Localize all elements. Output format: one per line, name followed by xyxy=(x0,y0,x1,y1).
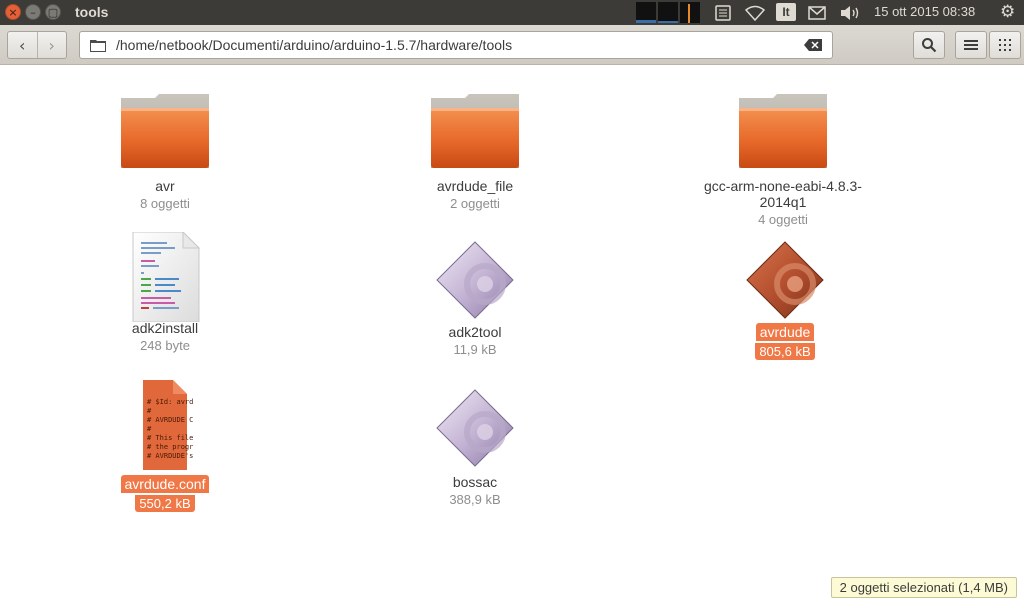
file-name: adk2tool xyxy=(448,324,502,340)
executable-gear-icon xyxy=(425,388,525,470)
session-gear-icon[interactable]: ⚙ xyxy=(1000,2,1015,22)
file-info: 11,9 kB xyxy=(453,342,497,357)
file-name: avrdude xyxy=(755,323,815,341)
location-path: /home/netbook/Documenti/arduino/arduino-… xyxy=(116,37,513,53)
mail-icon[interactable] xyxy=(806,3,828,22)
location-entry[interactable]: /home/netbook/Documenti/arduino/arduino-… xyxy=(79,31,833,59)
toolbar: ‹ › /home/netbook/Documenti/arduino/ardu… xyxy=(0,25,1024,65)
preview-line: # This file xyxy=(147,434,193,442)
view-grid-button[interactable] xyxy=(989,31,1021,59)
hamburger-menu-icon xyxy=(964,40,978,50)
clear-text-icon[interactable] xyxy=(804,39,822,51)
text-file-icon: # $Id: avrd # # AVRDUDE C # # This file … xyxy=(115,380,215,472)
preview-line: # AVRDUDE C xyxy=(147,416,193,424)
file-info: 2 oggetti xyxy=(450,196,500,211)
navigation-buttons: ‹ › xyxy=(7,31,67,59)
cpu-graph xyxy=(636,2,656,23)
file-info: 388,9 kB xyxy=(449,492,501,507)
close-icon: × xyxy=(8,5,18,19)
chevron-right-icon: › xyxy=(48,35,55,55)
keyboard-layout-indicator[interactable]: It xyxy=(776,3,796,21)
file-info: 805,6 kB xyxy=(755,343,815,360)
clock[interactable]: 15 ott 2015 08:38 xyxy=(874,4,975,19)
preview-line: # $Id: avrd xyxy=(147,398,193,406)
maximize-icon: ▢ xyxy=(47,5,59,19)
file-item[interactable]: adk2install 248 byte xyxy=(80,230,250,353)
search-button[interactable] xyxy=(913,31,945,59)
forward-button[interactable]: › xyxy=(36,32,67,58)
preview-line: # AVRDUDE's xyxy=(147,452,193,460)
window-title: tools xyxy=(75,4,109,20)
keyboard-indicator-icon[interactable] xyxy=(712,3,734,22)
executable-gear-icon xyxy=(735,240,835,320)
script-file-icon xyxy=(115,230,215,323)
file-info: 248 byte xyxy=(140,338,190,353)
minimize-icon: – xyxy=(30,5,36,19)
view-list-button[interactable] xyxy=(955,31,987,59)
status-bar: 2 oggetti selezionati (1,4 MB) xyxy=(830,577,1017,598)
file-item-selected[interactable]: # $Id: avrd # # AVRDUDE C # # This file … xyxy=(80,380,250,512)
file-info: 550,2 kB xyxy=(135,495,195,512)
file-item[interactable]: avr 8 oggetti xyxy=(80,90,250,211)
window-minimize-button[interactable]: – xyxy=(25,4,41,20)
search-icon xyxy=(922,38,937,53)
file-item-selected[interactable]: avrdude 805,6 kB xyxy=(700,240,870,360)
file-item[interactable]: adk2tool 11,9 kB xyxy=(390,240,560,357)
file-item[interactable]: gcc-arm-none-eabi-4.8.3-2014q1 4 oggetti xyxy=(683,90,883,227)
file-name: avrdude.conf xyxy=(120,475,210,493)
folder-icon xyxy=(425,90,525,174)
chevron-left-icon: ‹ xyxy=(19,35,26,55)
file-info: 4 oggetti xyxy=(758,212,808,227)
top-panel: × – ▢ tools It 15 ott 2015 08:38 ⚙ xyxy=(0,0,1024,25)
folder-icon xyxy=(733,90,833,174)
network-graph xyxy=(680,2,700,23)
window-close-button[interactable]: × xyxy=(5,4,21,20)
system-monitor-indicator[interactable] xyxy=(636,2,700,23)
window-maximize-button[interactable]: ▢ xyxy=(45,4,61,20)
preview-line: # the progr xyxy=(147,443,193,451)
memory-graph xyxy=(658,2,678,23)
grid-icon xyxy=(999,39,1011,51)
back-button[interactable]: ‹ xyxy=(8,32,37,58)
wifi-icon[interactable] xyxy=(744,3,766,22)
file-name: avr xyxy=(155,178,175,194)
file-name: avrdude_file xyxy=(436,178,514,194)
folder-icon xyxy=(90,40,106,52)
executable-gear-icon xyxy=(425,240,525,320)
file-name: gcc-arm-none-eabi-4.8.3-2014q1 xyxy=(704,178,862,210)
file-name: bossac xyxy=(452,474,498,490)
file-item[interactable]: bossac 388,9 kB xyxy=(390,388,560,507)
folder-icon xyxy=(115,90,215,174)
volume-icon[interactable] xyxy=(838,3,862,22)
file-info: 8 oggetti xyxy=(140,196,190,211)
file-item[interactable]: avrdude_file 2 oggetti xyxy=(390,90,560,211)
